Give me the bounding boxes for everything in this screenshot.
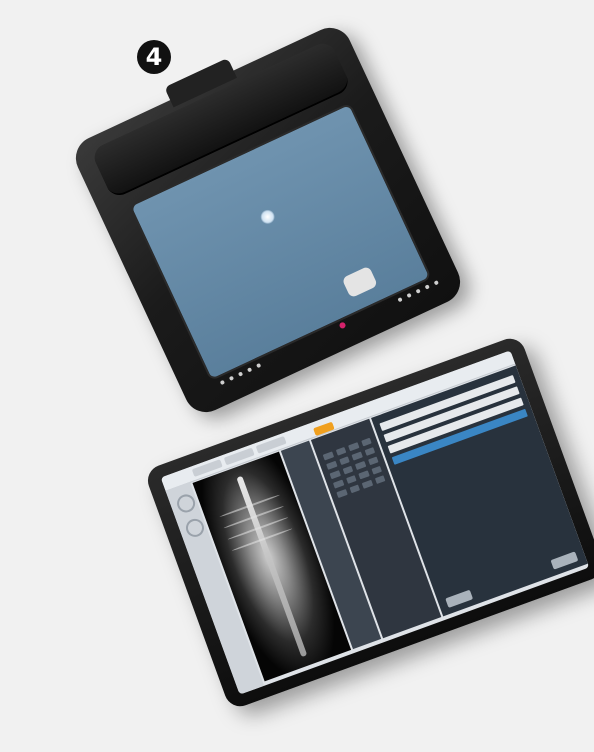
x-ray-detector-image — [68, 20, 468, 420]
number-badge-4: 4 — [137, 40, 171, 74]
side-icon — [183, 516, 207, 540]
hand-logo-icon — [341, 265, 379, 299]
screen-bottom-button — [550, 551, 579, 570]
center-marker-icon — [258, 207, 277, 227]
screen-bottom-button — [445, 589, 474, 608]
xray-spine — [236, 475, 308, 658]
side-icon — [174, 491, 198, 515]
